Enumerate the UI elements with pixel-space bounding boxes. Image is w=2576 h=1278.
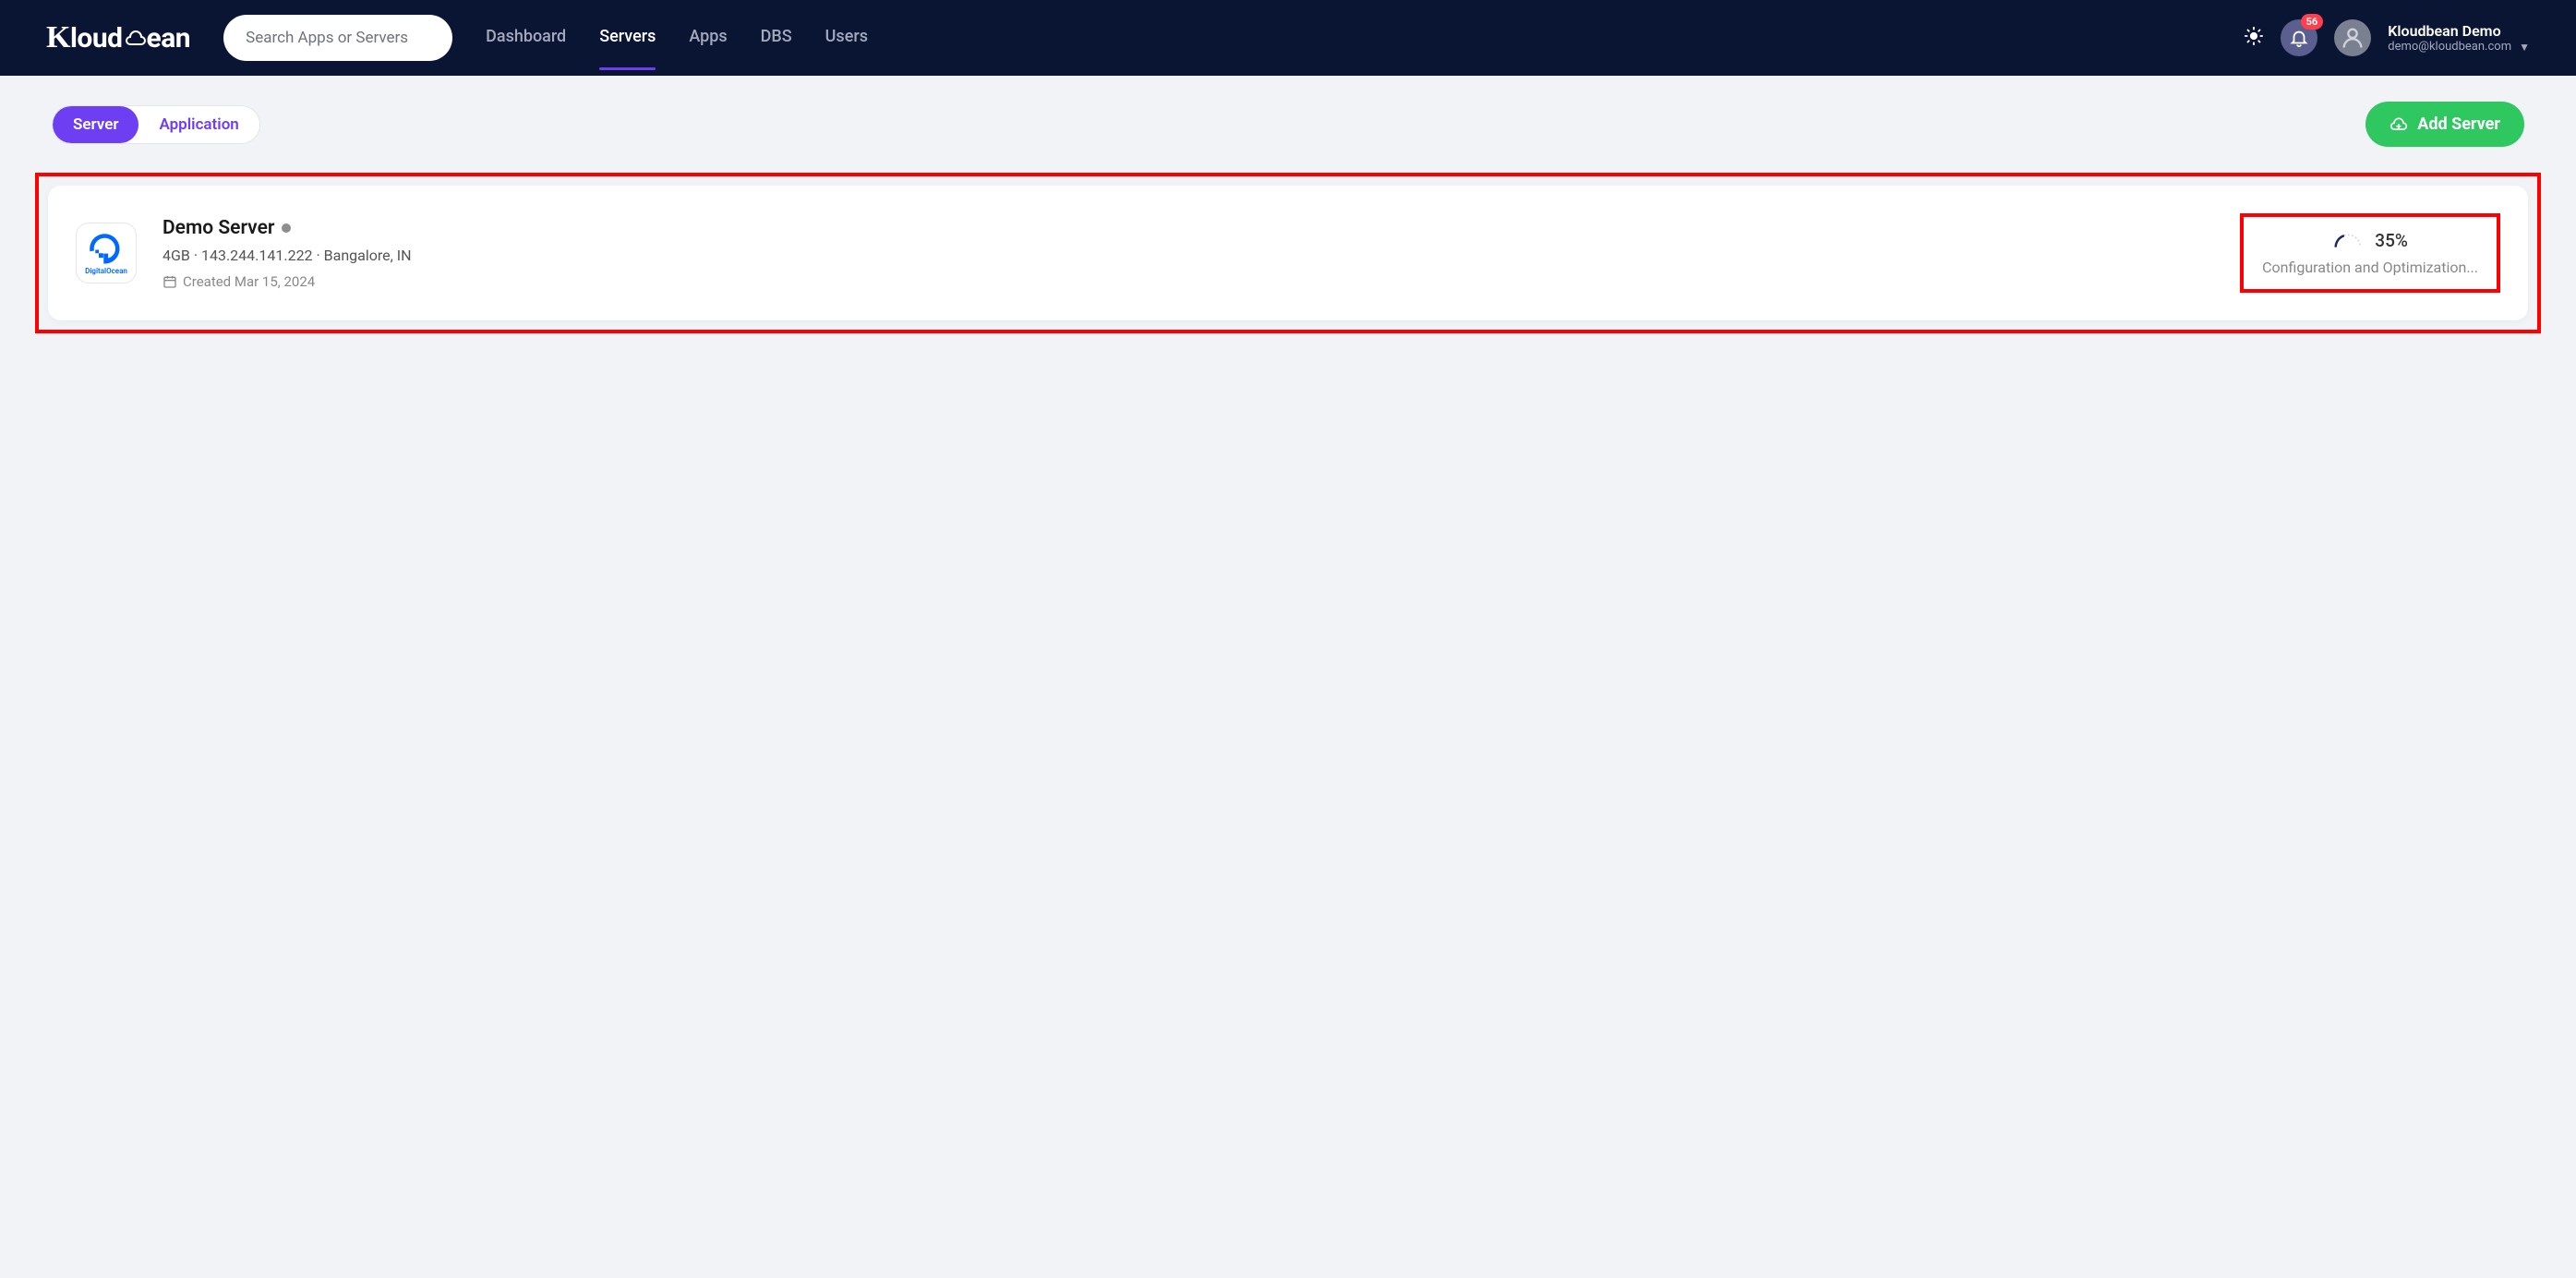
- server-ram: 4GB: [163, 247, 190, 264]
- provider-label: DigitalOcean: [85, 267, 127, 275]
- server-list: DigitalOcean Demo Server 4GB · 143.244.1…: [0, 173, 2576, 333]
- nav-servers[interactable]: Servers: [599, 27, 656, 50]
- progress-row: 35%: [2332, 230, 2408, 251]
- user-menu[interactable]: Kloudbean Demo demo@kloudbean.com ▼: [2388, 22, 2530, 54]
- page-toolbar: Server Application Add Server: [0, 76, 2576, 173]
- main-nav: Dashboard Servers Apps DBS Users: [486, 27, 868, 50]
- server-card[interactable]: DigitalOcean Demo Server 4GB · 143.244.1…: [48, 186, 2528, 320]
- user-email: demo@kloudbean.com: [2388, 40, 2511, 54]
- progress-percent: 35%: [2375, 230, 2408, 251]
- brand-logo[interactable]: Kloud ean: [46, 20, 190, 55]
- highlight-box-outer: DigitalOcean Demo Server 4GB · 143.244.1…: [35, 173, 2541, 333]
- add-server-label: Add Server: [2417, 115, 2500, 134]
- status-dot-icon: [282, 223, 291, 233]
- user-avatar[interactable]: [2334, 19, 2371, 56]
- notification-badge: 56: [2301, 14, 2324, 30]
- cloud-plus-icon: [2389, 115, 2408, 134]
- digitalocean-icon: [88, 232, 125, 269]
- search-input[interactable]: [246, 29, 430, 47]
- chevron-down-icon: ▼: [2519, 41, 2530, 54]
- calendar-icon: [163, 274, 177, 289]
- highlight-box-inner: 35% Configuration and Optimization...: [2240, 213, 2500, 293]
- theme-toggle[interactable]: [2244, 26, 2264, 51]
- server-details: Demo Server 4GB · 143.244.141.222 · Bang…: [163, 217, 2214, 290]
- tab-application[interactable]: Application: [138, 106, 259, 143]
- user-name: Kloudbean Demo: [2388, 22, 2530, 40]
- notifications-button[interactable]: 56: [2281, 19, 2317, 56]
- nav-apps[interactable]: Apps: [689, 27, 727, 50]
- server-location: Bangalore, IN: [324, 247, 412, 264]
- search-input-container: [223, 15, 452, 61]
- view-switch: Server Application: [52, 105, 260, 144]
- progress-label: Configuration and Optimization...: [2262, 259, 2478, 276]
- sun-icon: [2244, 26, 2264, 46]
- progress-arc-icon: [2332, 232, 2364, 250]
- add-server-button[interactable]: Add Server: [2365, 102, 2524, 147]
- provider-icon-container: DigitalOcean: [76, 223, 137, 283]
- nav-users[interactable]: Users: [825, 27, 868, 50]
- server-created: Created Mar 15, 2024: [163, 273, 2214, 290]
- user-icon: [2340, 25, 2365, 51]
- bell-icon: [2289, 28, 2309, 48]
- server-name: Demo Server: [163, 217, 274, 239]
- server-ip: 143.244.141.222: [201, 247, 313, 264]
- nav-dashboard[interactable]: Dashboard: [486, 27, 566, 50]
- server-meta: 4GB · 143.244.141.222 · Bangalore, IN: [163, 247, 2214, 264]
- header-right: 56 Kloudbean Demo demo@kloudbean.com ▼: [2244, 19, 2530, 56]
- server-created-text: Created Mar 15, 2024: [183, 273, 315, 290]
- nav-dbs[interactable]: DBS: [761, 27, 792, 50]
- main-header: Kloud ean Dashboard Servers Apps DBS Use…: [0, 0, 2576, 76]
- tab-server[interactable]: Server: [53, 106, 138, 143]
